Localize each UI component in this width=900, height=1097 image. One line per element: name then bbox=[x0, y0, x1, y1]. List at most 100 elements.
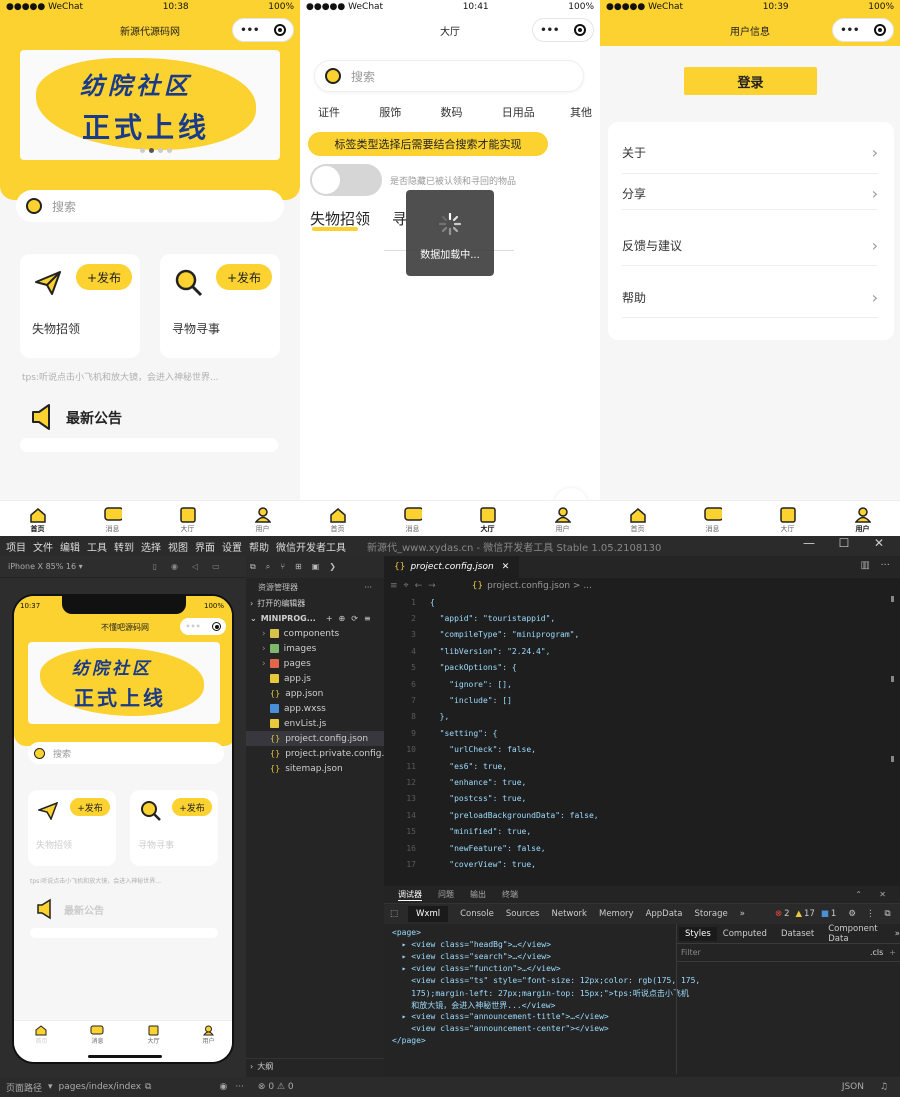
sim-tab-home[interactable]: 首页 bbox=[35, 1025, 48, 1062]
wxml-tree[interactable]: <page> ▸ <view class="headBg">…</view> ▸… bbox=[392, 928, 700, 1048]
info-count[interactable]: 1 bbox=[831, 909, 836, 919]
more-icon[interactable]: ··· bbox=[235, 1082, 244, 1092]
tab-memory[interactable]: Memory bbox=[599, 909, 634, 919]
close-circle-icon[interactable] bbox=[273, 24, 286, 36]
more-icon[interactable]: ••• bbox=[240, 25, 259, 36]
wxml-node[interactable]: 和放大镜，会进入神秘世界...</view> bbox=[392, 1000, 674, 1012]
paper-plane-icon[interactable] bbox=[38, 802, 58, 820]
style-filter[interactable]: Filter .cls + bbox=[677, 944, 900, 962]
code-line[interactable]: 5 "packOptions": { bbox=[384, 660, 884, 676]
menu-tools[interactable]: 工具 bbox=[87, 539, 107, 554]
tab-sources[interactable]: Sources bbox=[506, 909, 540, 919]
code-line[interactable]: 13 "postcss": true, bbox=[384, 791, 884, 807]
tab-home[interactable]: 首页 bbox=[308, 507, 368, 534]
editor-tab[interactable]: {} project.config.json ✕ bbox=[384, 556, 520, 578]
code-line[interactable]: 12 "enhance": true, bbox=[384, 774, 884, 790]
tab-find[interactable]: 寻 bbox=[392, 208, 407, 229]
tab-appdata[interactable]: AppData bbox=[646, 909, 683, 919]
problem-counts[interactable]: ⊗ 0 ⚠ 0 bbox=[258, 1082, 294, 1092]
wxml-node[interactable]: </page> bbox=[392, 1036, 674, 1048]
menu-view[interactable]: 视图 bbox=[168, 539, 188, 554]
banner[interactable]: 纺院社区 正式上线 bbox=[20, 50, 280, 160]
tab-network[interactable]: Network bbox=[551, 909, 587, 919]
code-line[interactable]: 3 "compileType": "miniprogram", bbox=[384, 627, 884, 643]
more-icon[interactable]: ⋮ bbox=[866, 909, 875, 919]
code-line[interactable]: 2 "appid": "touristappid", bbox=[384, 610, 884, 626]
tab-problems[interactable]: 问题 bbox=[438, 889, 454, 900]
menu-file[interactable]: 文件 bbox=[33, 539, 53, 554]
menu-feedback[interactable]: 反馈与建议 › bbox=[622, 226, 878, 266]
file-item[interactable]: › pages bbox=[246, 656, 384, 671]
file-item[interactable]: app.wxss bbox=[246, 701, 384, 716]
sim-tab-user[interactable]: 用户 bbox=[202, 1025, 214, 1062]
activity-icons[interactable]: ⧉⌕⑂⊞▣❯ bbox=[250, 562, 346, 572]
tab-terminal[interactable]: 终端 bbox=[502, 889, 518, 900]
menu-help[interactable]: 帮助 › bbox=[622, 278, 878, 318]
inspect-icon[interactable]: ⬚ bbox=[390, 909, 398, 919]
tab-hall[interactable]: 大厅 bbox=[158, 507, 218, 534]
close-icon[interactable]: ✕ bbox=[865, 536, 893, 550]
file-item[interactable]: › images bbox=[246, 641, 384, 656]
wxml-node[interactable]: ▸ <view class="announcement-title">…</vi… bbox=[392, 1012, 674, 1024]
menu-share[interactable]: 分享 › bbox=[622, 178, 878, 210]
code-line[interactable]: 9 "setting": { bbox=[384, 725, 884, 741]
tab-output[interactable]: 输出 bbox=[470, 889, 486, 900]
menu-project[interactable]: 项目 bbox=[6, 539, 26, 554]
more-icon[interactable]: ··· bbox=[880, 560, 890, 571]
tag-item[interactable]: 日用品 bbox=[492, 104, 545, 120]
tab-user[interactable]: 用户 bbox=[233, 507, 293, 534]
wxml-node[interactable]: <view class="announcement-center"></view… bbox=[392, 1024, 674, 1036]
code-line[interactable]: 14 "preloadBackgroundData": false, bbox=[384, 807, 884, 823]
tab-dataset[interactable]: Dataset bbox=[781, 929, 814, 939]
warning-count[interactable]: 17 bbox=[804, 909, 815, 919]
code-line[interactable]: 15 "minified": true, bbox=[384, 823, 884, 839]
tab-wxml[interactable]: Wxml bbox=[408, 906, 449, 922]
wxml-node[interactable]: ▸ <view class="headBg">…</view> bbox=[392, 940, 674, 952]
menu-about[interactable]: 关于 › bbox=[622, 132, 878, 174]
code-line[interactable]: 17 "coverView": true, bbox=[384, 856, 884, 872]
wxml-node[interactable]: <page> bbox=[392, 928, 674, 940]
tab-message[interactable]: 消息 bbox=[83, 507, 143, 534]
nav-icons[interactable]: ≡⌖←→ bbox=[390, 581, 442, 591]
wxml-node[interactable]: ▸ <view class="search">…</view> bbox=[392, 952, 674, 964]
tab-storage[interactable]: Storage bbox=[694, 909, 727, 919]
menu-goto[interactable]: 转到 bbox=[114, 539, 134, 554]
menu-select[interactable]: 选择 bbox=[141, 539, 161, 554]
menu-interface[interactable]: 界面 bbox=[195, 539, 215, 554]
tab-styles[interactable]: Styles bbox=[679, 926, 717, 941]
code-line[interactable]: 6 "ignore": [], bbox=[384, 676, 884, 692]
menu-settings[interactable]: 设置 bbox=[222, 539, 242, 554]
copy-icon[interactable]: ⧉ bbox=[145, 1082, 151, 1092]
dock-icon[interactable]: ⧉ bbox=[884, 909, 890, 919]
bell-icon[interactable]: ♫ bbox=[880, 1082, 888, 1092]
scrollbar[interactable] bbox=[891, 596, 894, 796]
file-item[interactable]: {} project.private.config.js... bbox=[246, 746, 400, 761]
tab-message[interactable]: 消息 bbox=[683, 507, 743, 534]
capsule-menu[interactable]: ••• bbox=[532, 18, 594, 42]
filter-input[interactable]: Filter bbox=[681, 948, 701, 957]
lost-card[interactable]: +发布 失物招领 bbox=[20, 254, 140, 358]
code-line[interactable]: 4 "libVersion": "2.24.4", bbox=[384, 643, 884, 659]
close-icon[interactable]: ✕ bbox=[879, 890, 886, 899]
close-icon[interactable]: ✕ bbox=[502, 562, 510, 572]
sim-tool-icons[interactable]: ▯◉◁▭ bbox=[153, 562, 234, 571]
magnifier-icon[interactable] bbox=[174, 268, 204, 298]
minimize-icon[interactable]: — bbox=[795, 536, 823, 550]
split-editor-icon[interactable]: ▥ bbox=[861, 560, 870, 571]
error-count[interactable]: 2 bbox=[784, 909, 789, 919]
tag-item[interactable]: 证件 bbox=[308, 104, 350, 120]
device-select[interactable]: iPhone X 85% 16 ▾ bbox=[8, 562, 83, 571]
close-circle-icon[interactable] bbox=[211, 622, 221, 631]
wxml-node[interactable]: 175);margin-left: 27px;margin-top: 15px;… bbox=[392, 988, 689, 1000]
sim-find-card[interactable]: +发布 寻物寻事 bbox=[130, 790, 218, 866]
project-root[interactable]: ⌄ MINIPROG... +⊕⟳≡ bbox=[246, 611, 384, 626]
tab-hall[interactable]: 大厅 bbox=[758, 507, 818, 534]
tab-home[interactable]: 首页 bbox=[8, 507, 68, 534]
wxml-node[interactable]: <view class="ts" style="font-size: 12px;… bbox=[392, 976, 700, 988]
tab-console[interactable]: Console bbox=[460, 909, 494, 919]
publish-lost-button[interactable]: +发布 bbox=[76, 264, 132, 290]
code-line[interactable]: 11 "es6": true, bbox=[384, 758, 884, 774]
page-path-label[interactable]: 页面路径 bbox=[6, 1081, 42, 1094]
more-tabs-icon[interactable]: » bbox=[895, 929, 900, 939]
more-icon[interactable]: ··· bbox=[364, 583, 372, 592]
